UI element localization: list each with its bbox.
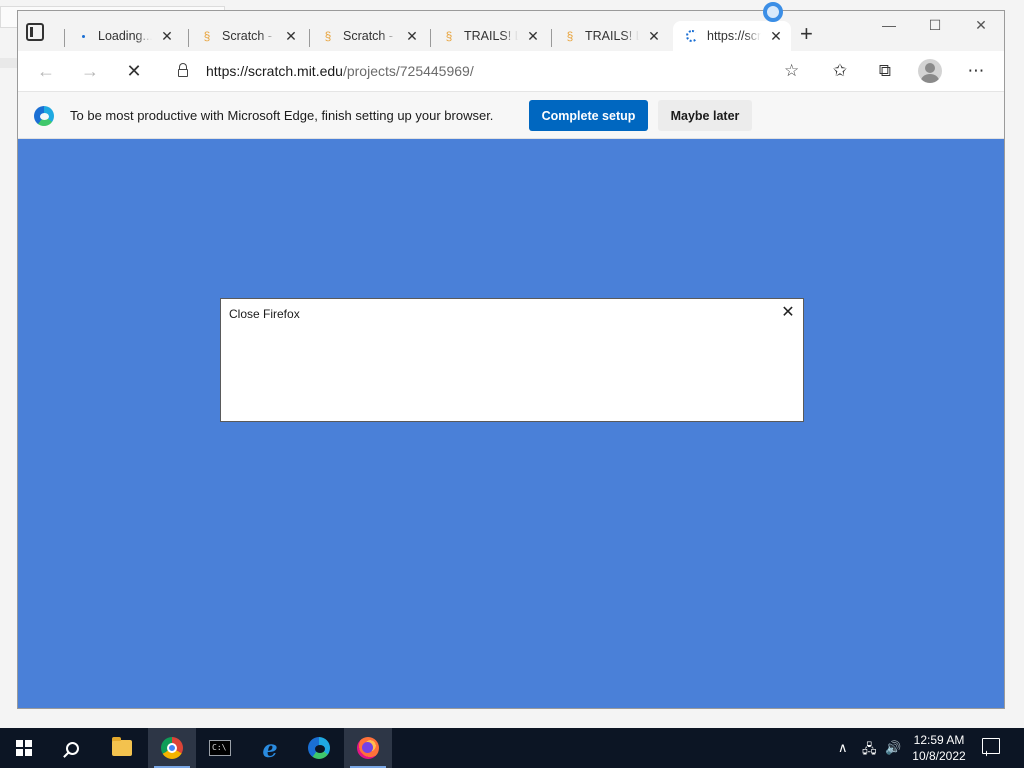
edge-logo-icon [34, 106, 54, 126]
tab-4[interactable]: § TRAILS! Learning Portal ✕ [430, 21, 548, 51]
command-prompt-icon: C:\ [209, 740, 231, 756]
windows-logo-icon [16, 740, 32, 756]
tab-close-icon[interactable]: ✕ [769, 28, 783, 45]
tab-title: https://scratch.mit.edu/projects/7254459… [707, 29, 761, 43]
collections-icon[interactable]: ⧉ [873, 59, 897, 83]
clock-date: 10/8/2022 [912, 749, 966, 763]
close-window-button[interactable]: ✕ [958, 17, 1004, 34]
tab-title: Loading... [98, 29, 152, 43]
tab-separator [309, 29, 310, 47]
taskbar-firefox[interactable] [344, 728, 392, 768]
tab-strip: Loading... ✕ § Scratch - Imagine, Progra… [18, 2, 1004, 51]
tab-title: TRAILS! Learning Portal [585, 29, 639, 43]
favorites-icon[interactable]: ✩ [828, 59, 852, 83]
maybe-later-button[interactable]: Maybe later [658, 100, 752, 131]
tab-6-active[interactable]: https://scratch.mit.edu/projects/7254459… [673, 21, 791, 51]
volume-icon[interactable]: 🔊 [885, 740, 901, 756]
lock-icon[interactable] [178, 63, 188, 77]
url-text[interactable]: https://scratch.mit.edu/projects/7254459… [206, 63, 474, 79]
complete-setup-button[interactable]: Complete setup [529, 100, 648, 131]
browser-toolbar: ← → ✕ https://scratch.mit.edu/projects/7… [18, 51, 1004, 91]
scratch-icon: § [566, 29, 574, 43]
busy-cursor-icon [763, 2, 783, 22]
background-window-fragment [0, 58, 18, 68]
tab-close-icon[interactable]: ✕ [160, 28, 174, 45]
tab-separator [430, 29, 431, 47]
tab-actions-icon[interactable] [26, 23, 44, 41]
tab-close-icon[interactable]: ✕ [647, 28, 661, 45]
network-icon[interactable]: 🖧 [862, 740, 877, 762]
taskbar-chrome[interactable] [148, 728, 196, 768]
tab-title: Scratch - Imagine, Program, Share [343, 29, 397, 43]
action-center-icon[interactable] [982, 738, 1000, 754]
show-hidden-icons-chevron-icon[interactable]: ∧ [838, 740, 848, 756]
file-explorer-icon [112, 737, 132, 756]
new-tab-button[interactable]: + [800, 23, 813, 45]
dialog-title: Close Firefox [229, 307, 300, 321]
chrome-icon [161, 737, 183, 759]
url-path: /projects/725445969/ [342, 63, 474, 79]
minimize-button[interactable]: — [866, 17, 912, 33]
system-clock[interactable]: 12:59 AM 10/8/2022 [905, 732, 973, 764]
setup-infobar: To be most productive with Microsoft Edg… [18, 91, 1004, 139]
page-content-area [18, 139, 1004, 708]
tab-separator [188, 29, 189, 47]
taskbar-command-prompt[interactable]: C:\ [196, 728, 244, 768]
forward-button[interactable]: → [78, 59, 102, 83]
profile-avatar[interactable] [918, 59, 942, 83]
taskbar-search-button[interactable] [48, 728, 96, 768]
dialog-close-icon[interactable]: ✕ [779, 304, 797, 322]
loading-dot-icon [76, 29, 90, 43]
more-menu-icon[interactable]: ⋯ [964, 59, 988, 83]
maximize-button[interactable]: ☐ [912, 17, 958, 34]
url-host: https://scratch.mit.edu [206, 63, 343, 79]
scratch-icon: § [203, 29, 211, 43]
tab-2[interactable]: § Scratch - Imagine, Program, Share ✕ [188, 21, 306, 51]
tab-5[interactable]: § TRAILS! Learning Portal ✕ [551, 21, 669, 51]
tab-close-icon[interactable]: ✕ [526, 28, 540, 45]
add-favorite-icon[interactable]: ☆ [784, 61, 799, 81]
internet-explorer-icon: e [262, 733, 278, 763]
close-firefox-dialog: Close Firefox ✕ [220, 298, 804, 422]
loading-spinner-icon [685, 29, 699, 43]
search-icon [65, 741, 79, 755]
tab-separator [551, 29, 552, 47]
edge-icon [308, 737, 330, 759]
back-button[interactable]: ← [34, 59, 58, 83]
scratch-icon: § [445, 29, 453, 43]
address-bar[interactable]: https://scratch.mit.edu/projects/7254459… [162, 55, 812, 87]
tab-close-icon[interactable]: ✕ [405, 28, 419, 45]
clock-time: 12:59 AM [913, 733, 965, 747]
firefox-icon [357, 737, 379, 759]
tab-1[interactable]: Loading... ✕ [64, 21, 182, 51]
taskbar-file-explorer[interactable] [98, 728, 146, 768]
infobar-message: To be most productive with Microsoft Edg… [70, 108, 494, 123]
scratch-icon: § [324, 29, 332, 43]
tab-separator [64, 29, 65, 47]
start-button[interactable] [0, 728, 48, 768]
taskbar: C:\ e ∧ 🖧 🔊 12:59 AM 10/8/2022 [0, 728, 1024, 768]
taskbar-edge[interactable] [295, 728, 343, 768]
tab-close-icon[interactable]: ✕ [284, 28, 298, 45]
tab-3[interactable]: § Scratch - Imagine, Program, Share ✕ [309, 21, 427, 51]
taskbar-internet-explorer[interactable]: e [246, 728, 294, 768]
tab-title: Scratch - Imagine, Program, Share [222, 29, 276, 43]
tab-title: TRAILS! Learning Portal [464, 29, 518, 43]
stop-loading-button[interactable]: ✕ [122, 59, 146, 83]
